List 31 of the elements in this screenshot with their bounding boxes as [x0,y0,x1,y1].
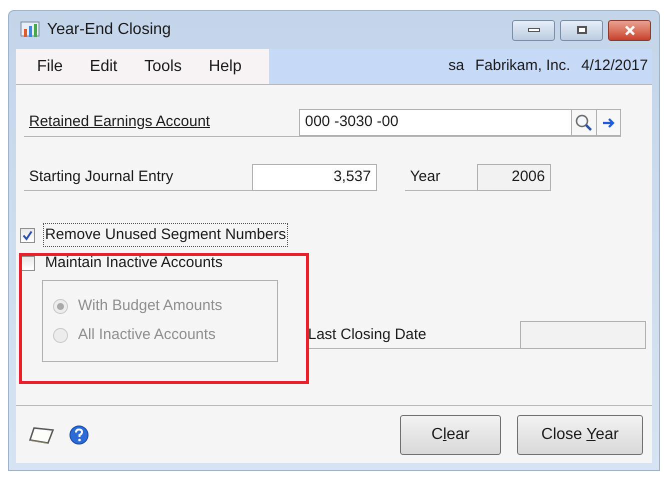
close-button[interactable] [608,20,651,40]
help-icon[interactable] [69,424,89,444]
clear-button[interactable]: Clear [400,414,501,454]
maximize-button[interactable] [560,20,603,40]
checkbox-label: Remove Unused Segment Numbers [43,222,288,248]
user-name: sa [448,56,464,76]
menu-item[interactable]: Help [208,54,242,78]
checkbox-label: Maintain Inactive Accounts [44,252,224,273]
arrow-icon [602,116,615,128]
menu-item[interactable]: File [37,54,63,78]
radio-label: All Inactive Accounts [78,325,216,346]
menu-item[interactable]: Tools [144,54,182,78]
search-icon [575,114,593,132]
close-year-button[interactable]: Close Year [517,414,643,454]
note-icon[interactable] [29,424,55,444]
account-field[interactable]: 000 -3030 -00 [299,109,572,136]
window-title: Year-End Closing [47,20,171,40]
session-date: 4/12/2017 [581,56,648,76]
year-field: 2006 [477,164,551,191]
search-button[interactable] [572,109,597,136]
minimize-button[interactable] [512,20,555,40]
menu-item[interactable]: Edit [90,54,118,78]
journal-entry-label: Starting Journal Entry [24,166,252,191]
journal-entry-field[interactable]: 3,537 [252,164,377,191]
company-name: Fabrikam, Inc. [475,56,570,76]
app-icon [20,21,40,39]
close-icon [624,24,636,36]
radio-label: With Budget Amounts [78,296,222,316]
go-to-button[interactable] [597,109,621,136]
retained-earnings-link[interactable]: Retained Earnings Account [24,110,299,137]
checkbox[interactable] [20,228,35,242]
